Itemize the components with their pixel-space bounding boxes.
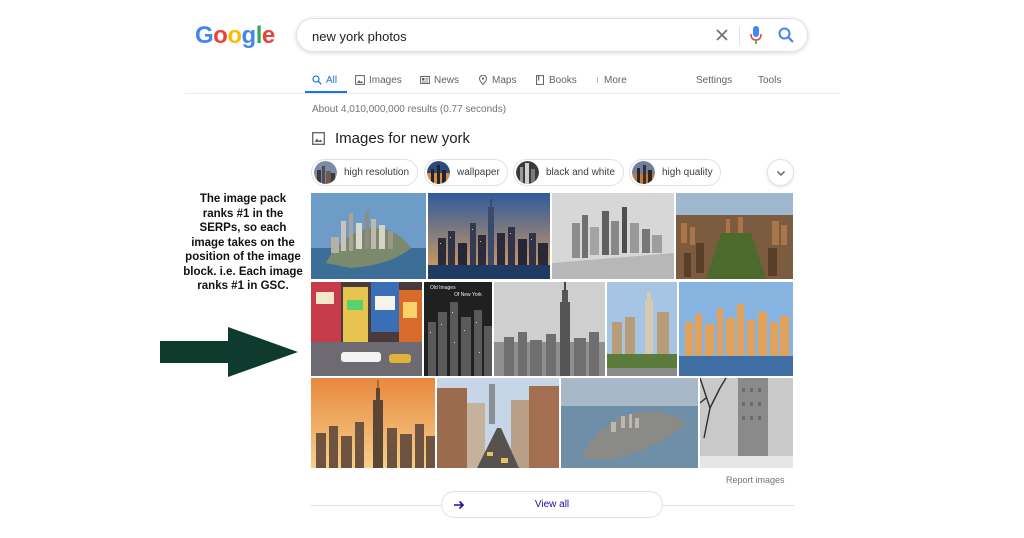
chip-label: high quality bbox=[662, 167, 713, 178]
image-icon bbox=[355, 75, 365, 85]
search-input[interactable] bbox=[312, 27, 692, 45]
logo-letter: G bbox=[195, 22, 214, 49]
report-images-link[interactable]: Report images bbox=[726, 475, 785, 485]
tab-news[interactable]: News bbox=[420, 70, 459, 90]
search-divider bbox=[739, 27, 740, 45]
image-result[interactable] bbox=[607, 282, 677, 376]
chip-high-resolution[interactable]: high resolution bbox=[311, 159, 418, 186]
tab-label: Images bbox=[369, 74, 402, 86]
image-icon bbox=[312, 132, 325, 145]
tab-maps[interactable]: Maps bbox=[478, 70, 516, 90]
search-icon bbox=[312, 75, 322, 85]
image-result[interactable] bbox=[311, 193, 426, 279]
logo-letter: o bbox=[227, 22, 242, 49]
tab-label: Tools bbox=[758, 74, 782, 86]
tab-label: All bbox=[326, 74, 338, 86]
tab-images[interactable]: Images bbox=[355, 70, 402, 90]
chip-label: high resolution bbox=[344, 167, 410, 178]
map-pin-icon bbox=[478, 75, 488, 85]
chip-thumbnail bbox=[314, 161, 337, 184]
logo-letter: e bbox=[261, 22, 275, 49]
image-result[interactable] bbox=[311, 282, 422, 376]
tab-label: Books bbox=[549, 74, 577, 86]
tab-label: Settings bbox=[696, 74, 733, 86]
chip-thumbnail bbox=[427, 161, 450, 184]
image-result[interactable] bbox=[561, 378, 698, 468]
tab-more[interactable]: More bbox=[595, 70, 627, 90]
chips-more-button[interactable] bbox=[767, 159, 794, 186]
chip-label: wallpaper bbox=[457, 167, 500, 178]
image-caption: Old Images bbox=[430, 285, 456, 291]
logo-letter: o bbox=[213, 22, 228, 49]
result-stats: About 4,010,000,000 results (0.77 second… bbox=[312, 104, 507, 115]
images-heading[interactable]: Images for new york bbox=[312, 130, 470, 147]
view-all-button[interactable]: View all bbox=[441, 491, 663, 518]
tab-settings[interactable]: Settings bbox=[696, 70, 732, 90]
tab-label: News bbox=[434, 74, 460, 86]
image-result[interactable] bbox=[494, 282, 605, 376]
header-divider bbox=[185, 93, 840, 94]
tab-label: More bbox=[604, 74, 627, 86]
logo-letter: g bbox=[241, 22, 257, 49]
image-result[interactable] bbox=[676, 193, 793, 279]
google-logo[interactable]: Google bbox=[195, 22, 275, 50]
image-result[interactable] bbox=[428, 193, 550, 279]
chevron-down-icon bbox=[776, 170, 785, 176]
search-icon[interactable] bbox=[777, 26, 795, 44]
microphone-icon[interactable] bbox=[749, 25, 763, 45]
image-result[interactable]: Old Images Of New York bbox=[424, 282, 492, 376]
image-result[interactable] bbox=[437, 378, 559, 468]
search-bar[interactable] bbox=[296, 18, 808, 52]
image-result[interactable] bbox=[700, 378, 793, 468]
chip-thumbnail bbox=[516, 161, 539, 184]
arrow-right-icon bbox=[160, 327, 298, 377]
chip-wallpaper[interactable]: wallpaper bbox=[424, 159, 508, 186]
chip-black-and-white[interactable]: black and white bbox=[513, 159, 624, 186]
image-result[interactable] bbox=[552, 193, 674, 279]
more-dots-icon bbox=[596, 77, 599, 83]
image-result[interactable] bbox=[311, 378, 435, 468]
book-icon bbox=[536, 75, 544, 85]
tab-all[interactable]: All bbox=[312, 70, 337, 90]
chip-high-quality[interactable]: high quality bbox=[629, 159, 721, 186]
image-caption: Of New York bbox=[454, 292, 482, 298]
chip-thumbnail bbox=[632, 161, 655, 184]
images-heading-title: Images for new york bbox=[335, 130, 471, 147]
clear-icon[interactable] bbox=[713, 26, 731, 44]
tab-tools[interactable]: Tools bbox=[758, 70, 781, 90]
image-result[interactable] bbox=[679, 282, 793, 376]
news-icon bbox=[420, 76, 430, 84]
tab-label: Maps bbox=[492, 74, 517, 86]
chip-label: black and white bbox=[546, 167, 615, 178]
tab-books[interactable]: Books bbox=[535, 70, 577, 90]
annotation-text: The image pack ranks #1 in the SERPs, so… bbox=[183, 193, 303, 292]
view-all-label: View all bbox=[534, 499, 570, 510]
